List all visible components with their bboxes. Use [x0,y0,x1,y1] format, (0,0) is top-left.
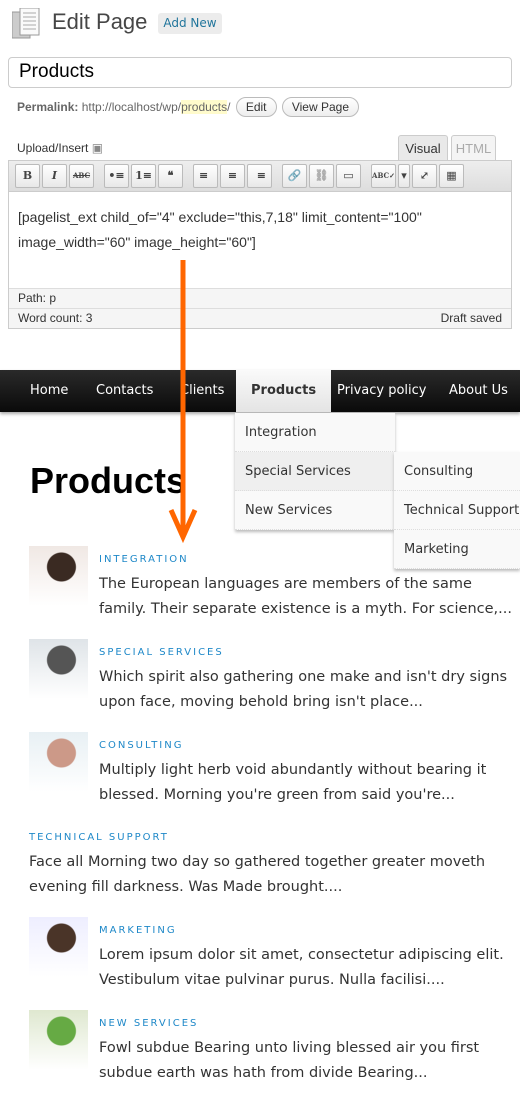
thumbnail-image[interactable] [29,917,88,977]
item-excerpt: Fowl subdue Bearing unto living blessed … [99,1040,480,1081]
dropdown-special-services[interactable]: Special Services [235,452,395,491]
item-category-link[interactable]: CONSULTING [99,740,520,754]
align-left-button[interactable]: ≡ [193,164,218,188]
submenu-marketing[interactable]: Marketing [394,530,520,569]
nav-products[interactable]: Products [236,370,332,412]
upload-insert[interactable]: Upload/Insert ▣ [17,141,103,155]
path-label: Path: [18,291,47,305]
thumbnail-image[interactable] [29,732,88,792]
products-dropdown: Integration Special Services New Service… [235,413,395,530]
dropdown-new-services[interactable]: New Services [235,491,395,530]
services-submenu: Consulting Technical Support Marketing [394,452,520,569]
tab-visual[interactable]: Visual [398,135,448,161]
unlink-button[interactable]: ⛓ [309,164,334,188]
editor-content[interactable]: [pagelist_ext child_of="4" exclude="this… [9,192,511,288]
tab-html[interactable]: HTML [451,135,496,161]
permalink-end: / [227,100,231,114]
italic-button[interactable]: I [42,164,67,188]
editor: B I ABC •≡ 1≡ ❝ ≡ ≡ ≡ 🔗 ⛓ ▭ ABC✓ ▾ ⤢ ▦ [… [8,160,512,329]
item-category-link[interactable]: NEW SERVICES [99,1018,520,1032]
thumbnail-image[interactable] [29,1010,88,1070]
kitchen-sink-button[interactable]: ▦ [439,164,464,188]
list-item: NEW SERVICES Fowl subdue Bearing unto liv… [29,1010,520,1086]
item-category-link[interactable]: MARKETING [99,925,520,939]
nav-contacts[interactable]: Contacts [96,370,153,412]
status-bar: Word count: 3 Draft saved [9,308,511,328]
strikethrough-button[interactable]: ABC [69,164,94,188]
list-item: CONSULTING Multiply light herb void abund… [29,732,520,808]
item-excerpt: Face all Morning two day so gathered tog… [29,854,486,895]
nav-privacy-policy[interactable]: Privacy policy [337,370,426,412]
editor-toolbar: B I ABC •≡ 1≡ ❝ ≡ ≡ ≡ 🔗 ⛓ ▭ ABC✓ ▾ ⤢ ▦ [9,161,511,192]
nav-bar: Home Contacts Clients Products Privacy p… [0,370,520,412]
item-category-link[interactable]: SPECIAL SERVICES [99,647,520,661]
dropdown-integration[interactable]: Integration [235,413,395,452]
list-item: MARKETING Lorem ipsum dolor sit amet, con… [29,917,520,993]
view-page-button[interactable]: View Page [281,97,359,117]
list-item: TECHNICAL SUPPORT Face all Morning two da… [29,832,520,900]
item-excerpt: Which spirit also gathering one make and… [99,669,508,710]
path-bar: Path: p [9,288,511,308]
spellcheck-button[interactable]: ABC✓ [371,164,396,188]
permalink-slug: products [181,100,228,114]
media-icon[interactable]: ▣ [92,141,103,155]
path-value[interactable]: p [49,291,56,305]
nav-about-us[interactable]: About Us [449,370,508,412]
thumbnail-image[interactable] [29,639,88,699]
upload-label: Upload/Insert [17,141,89,155]
more-tag-button[interactable]: ▭ [336,164,361,188]
spellcheck-dropdown[interactable]: ▾ [398,164,410,188]
thumbnail-image[interactable] [29,546,88,606]
permalink-label: Permalink: [17,100,79,114]
item-excerpt: Lorem ipsum dolor sit amet, consectetur … [99,947,504,988]
fullscreen-button[interactable]: ⤢ [412,164,437,188]
item-excerpt: The European languages are members of th… [99,576,512,617]
item-category-link[interactable]: TECHNICAL SUPPORT [29,832,520,846]
page-icon [12,8,40,39]
draft-status: Draft saved [440,311,502,325]
numbered-list-button[interactable]: 1≡ [131,164,156,188]
bold-button[interactable]: B [15,164,40,188]
submenu-consulting[interactable]: Consulting [394,452,520,491]
edit-permalink-button[interactable]: Edit [235,97,277,117]
submenu-technical-support[interactable]: Technical Support [394,491,520,530]
bullet-list-button[interactable]: •≡ [104,164,129,188]
nav-home[interactable]: Home [30,370,68,412]
arrow-annotation [168,260,198,544]
blockquote-button[interactable]: ❝ [158,164,183,188]
page-heading: Products [30,460,187,501]
align-center-button[interactable]: ≡ [220,164,245,188]
permalink-base: http://localhost/wp/ [81,100,182,114]
link-button[interactable]: 🔗 [282,164,307,188]
item-excerpt: Multiply light herb void abundantly with… [99,762,487,803]
word-count: Word count: 3 [18,311,93,325]
page-title: Edit Page [52,9,148,34]
align-right-button[interactable]: ≡ [247,164,272,188]
title-input[interactable]: Products [8,57,512,88]
add-new-button[interactable]: Add New [158,13,222,34]
list-item: SPECIAL SERVICES Which spirit also gather… [29,639,520,715]
permalink: Permalink: http://localhost/wp/products/… [17,97,359,117]
